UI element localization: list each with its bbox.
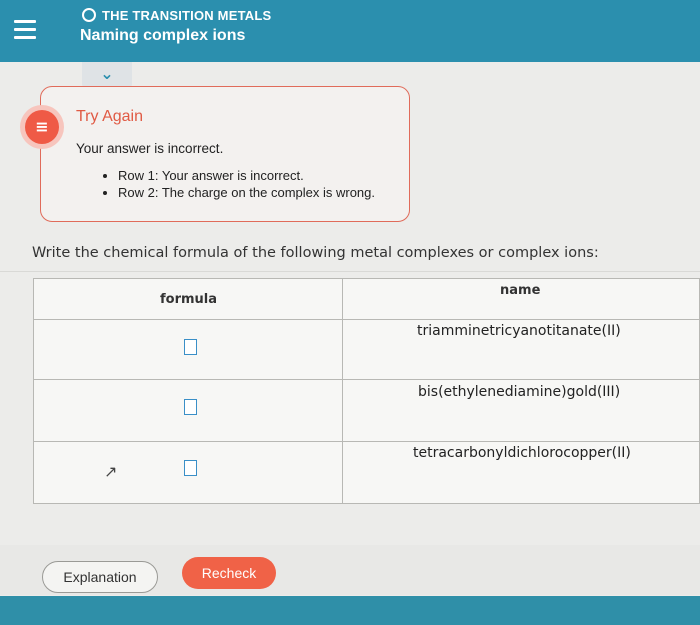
- feedback-icon: ≡: [25, 110, 59, 144]
- column-divider: [342, 279, 343, 503]
- explanation-button[interactable]: Explanation: [42, 561, 158, 593]
- complex-name-row-2: bis(ethylenediamine)gold(III): [418, 384, 621, 400]
- feedback-message: Your answer is incorrect.: [76, 141, 224, 156]
- cursor-icon: ↗: [104, 462, 118, 481]
- divider: [0, 271, 700, 272]
- formula-input-row-3[interactable]: [184, 460, 197, 476]
- header-formula: formula: [160, 292, 218, 307]
- chevron-down-icon: ⌄: [100, 64, 114, 83]
- formula-input-row-1[interactable]: [184, 339, 197, 355]
- feedback-list: Row 1: Your answer is incorrect. Row 2: …: [104, 168, 375, 202]
- row-divider: [34, 379, 699, 380]
- app-header: THE TRANSITION METALS Naming complex ion…: [0, 0, 700, 62]
- feedback-item: Row 1: Your answer is incorrect.: [118, 168, 375, 183]
- question-text: Write the chemical formula of the follow…: [32, 245, 599, 261]
- complex-name-row-1: triamminetricyanotitanate(II): [417, 323, 621, 339]
- answer-table: formula name triamminetricyanotitanate(I…: [33, 278, 700, 504]
- topic-text: THE TRANSITION METALS: [102, 8, 272, 23]
- header-name: name: [500, 283, 541, 298]
- topic-label: THE TRANSITION METALS: [82, 8, 271, 23]
- row-divider: [34, 319, 699, 320]
- complex-name-row-3: tetracarbonyldichlorocopper(II): [413, 445, 631, 461]
- row-divider: [34, 441, 699, 442]
- footer-band: [0, 596, 700, 625]
- collapse-button[interactable]: ⌄: [82, 62, 132, 88]
- formula-input-row-2[interactable]: [184, 399, 197, 415]
- feedback-title: Try Again: [76, 108, 143, 125]
- feedback-item: Row 2: The charge on the complex is wron…: [118, 185, 375, 200]
- recheck-button[interactable]: Recheck: [182, 557, 276, 589]
- circle-icon: [82, 8, 96, 22]
- menu-icon[interactable]: [14, 20, 36, 40]
- page-title: Naming complex ions: [80, 27, 246, 44]
